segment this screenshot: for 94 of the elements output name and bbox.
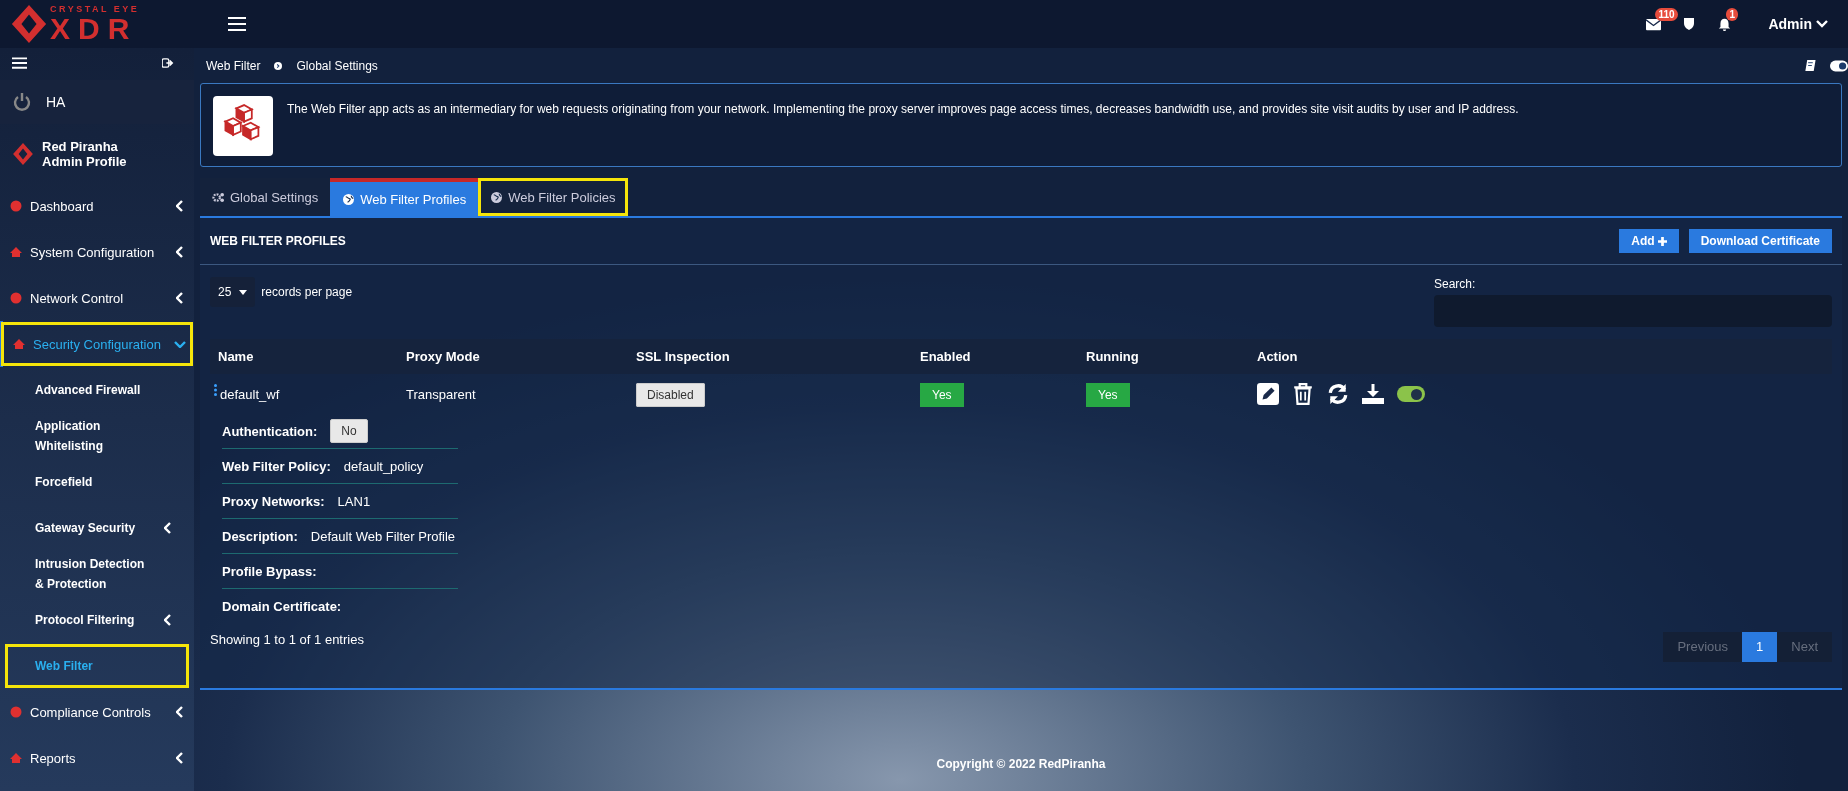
entries-summary: Showing 1 to 1 of 1 entries [210, 632, 364, 647]
column-header: Proxy Mode [406, 349, 481, 364]
logo-tagline: CRYSTAL EYE [50, 4, 140, 14]
section-icon [10, 200, 22, 212]
panel-title: WEB FILTER PROFILES [210, 234, 346, 248]
app-description: The Web Filter app acts as an intermediary for web requests originating from your network. Implementing the proxy server improves page access times, decreases bandwidth use, and provides site visit audits by user and IP address. [287, 101, 1519, 117]
section-icon [13, 338, 25, 350]
shield-icon[interactable] [1683, 17, 1696, 31]
user-menu[interactable]: Admin [1768, 16, 1828, 32]
detail-value: Default Web Filter Profile [310, 528, 456, 544]
row-expand-icon[interactable] [214, 384, 217, 396]
caret-icon [239, 289, 248, 295]
sidebar-subitem[interactable]: Intrusion Detection & Protection [0, 551, 194, 597]
detail-label: Profile Bypass: [222, 563, 317, 579]
section-icon [10, 706, 22, 718]
page-length-select[interactable]: 25 [210, 277, 256, 307]
circle-arrow-icon [274, 61, 283, 70]
refresh-icon[interactable] [1327, 383, 1349, 405]
app-icon [213, 96, 273, 156]
column-header: Enabled [920, 349, 972, 364]
logo-name: XDR [50, 13, 139, 44]
detail-label: Proxy Networks: [222, 493, 325, 509]
table-cell-text: Transparent [406, 386, 477, 402]
profile-role: Admin Profile [42, 154, 127, 169]
section-icon [10, 752, 22, 764]
menu-icon[interactable] [228, 17, 246, 31]
sidebar-subitem[interactable]: Protocol Filtering [0, 597, 194, 643]
detail-value: default_policy [343, 458, 424, 474]
chevron-icon [176, 246, 184, 258]
page-length-label: records per page [261, 285, 353, 299]
breadcrumb-link[interactable]: Web Filter [206, 58, 261, 73]
chevron-icon [176, 752, 184, 764]
toggle-switch[interactable] [1397, 386, 1425, 402]
section-icon [10, 292, 22, 304]
sidebar-item[interactable]: Compliance Controls [0, 689, 194, 735]
message-count-badge: 110 [1655, 7, 1678, 21]
pagination-link[interactable]: 1 [1742, 632, 1778, 662]
chevron-icon [174, 340, 186, 348]
status-badge: Yes [1086, 382, 1130, 407]
panel-button[interactable]: Add [1619, 229, 1679, 253]
status-badge: Disabled [636, 382, 705, 407]
detail-value: LAN1 [337, 493, 371, 509]
breadcrumb-link[interactable]: Global Settings [296, 58, 378, 73]
sidebar-item[interactable]: Security Configuration [0, 321, 194, 367]
tab[interactable]: Web Filter Policies [478, 178, 628, 216]
logo-mark-icon [12, 141, 34, 167]
search-label: Search: [1434, 277, 1477, 291]
panel-button[interactable]: Download Certificate [1688, 229, 1832, 253]
status-badge: No [330, 419, 368, 443]
trash-icon[interactable] [1292, 383, 1314, 405]
chevron-icon [164, 614, 172, 626]
chevron-icon [176, 200, 184, 212]
chevron-icon [176, 706, 184, 718]
envelope-icon[interactable] [1646, 17, 1662, 31]
copyright-text: Copyright © 2022 RedPiranha [935, 757, 1107, 773]
sidebar-item[interactable]: Reports [0, 735, 194, 781]
sign-out-icon[interactable] [162, 58, 174, 68]
sidebar-subitem[interactable]: Application Whitelisting [0, 413, 194, 459]
ha-label: HA [46, 94, 66, 110]
plus-icon [1657, 236, 1667, 246]
chevron-down-icon [1816, 20, 1828, 28]
sidebar-subitem[interactable]: Gateway Security [0, 505, 194, 551]
power-icon[interactable] [12, 92, 32, 112]
table-cell: default_wf [220, 386, 280, 402]
section-icon [10, 246, 22, 258]
alert-count-badge: 1 [1726, 7, 1738, 21]
toggle-icon[interactable] [1830, 59, 1848, 72]
edit-icon[interactable] [1257, 383, 1279, 405]
status-badge: Yes [920, 382, 964, 407]
sidebar-item[interactable]: System Configuration [0, 229, 194, 275]
sidebar-subitem[interactable]: Web Filter [4, 643, 190, 689]
detail-label: Web Filter Policy: [222, 458, 331, 474]
book-icon[interactable] [1804, 59, 1816, 72]
sidebar-item[interactable]: Dashboard [0, 183, 194, 229]
download-icon[interactable] [1362, 383, 1384, 405]
tab[interactable]: Web Filter Profiles [330, 178, 479, 216]
logo-mark-icon [10, 3, 48, 45]
menu-icon[interactable] [12, 57, 27, 69]
sidebar-subitem[interactable]: Advanced Firewall [0, 367, 194, 413]
sidebar-item[interactable]: Network Control [0, 275, 194, 321]
column-header: Action [1257, 349, 1299, 364]
profile-name: Red Piranha [42, 139, 119, 154]
detail-label: Description: [222, 528, 298, 544]
chevron-icon [176, 292, 184, 304]
globe-icon [490, 191, 504, 203]
column-header: Running [1086, 349, 1140, 364]
column-header: Name [218, 349, 255, 364]
column-header: SSL Inspection [636, 349, 731, 364]
globe-icon [342, 193, 356, 205]
chevron-icon [164, 522, 172, 534]
sidebar-subitem[interactable]: Forcefield [0, 459, 194, 505]
bell-icon[interactable] [1717, 17, 1733, 31]
detail-label: Domain Certificate: [222, 598, 342, 614]
detail-label: Authentication: [222, 423, 318, 439]
